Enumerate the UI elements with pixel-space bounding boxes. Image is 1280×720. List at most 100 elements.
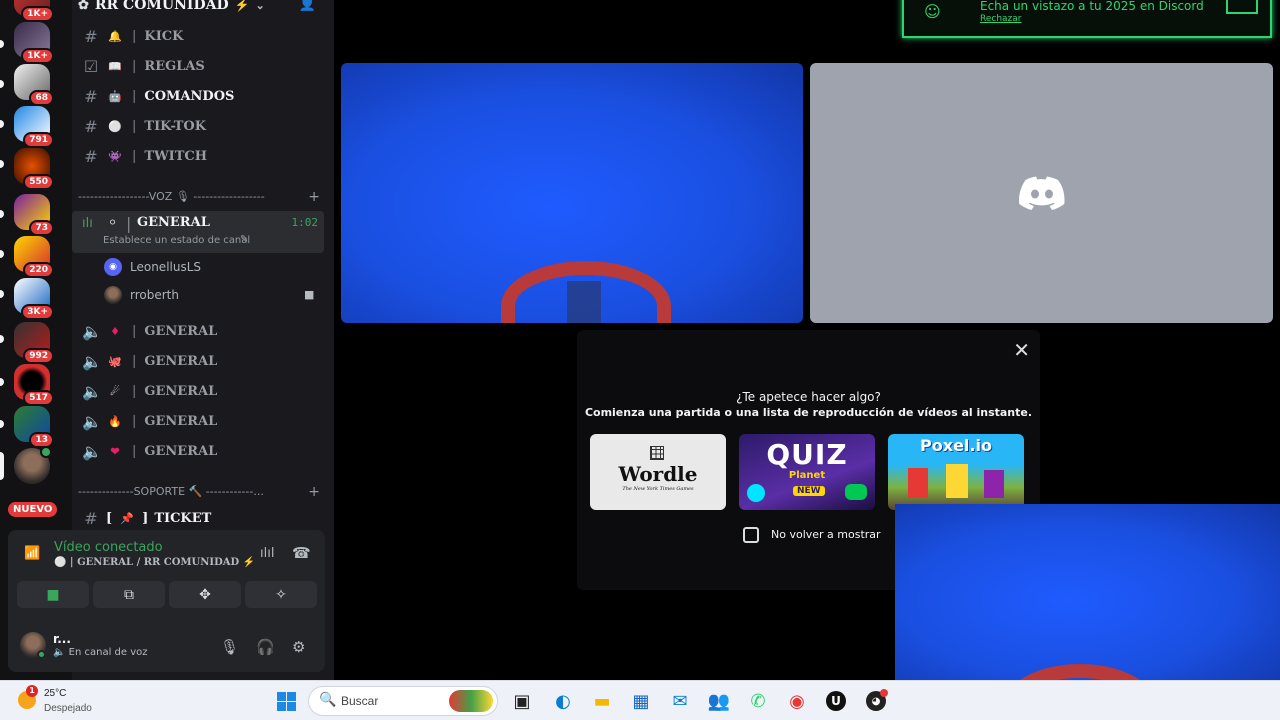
server-icon[interactable] — [14, 446, 52, 484]
store-button[interactable]: ▦ — [627, 687, 655, 715]
file-explorer-button[interactable]: ▬ — [588, 687, 616, 715]
server-icon[interactable]: 13 — [14, 406, 54, 448]
channel-kick[interactable]: # 🔔 | KICK — [78, 22, 324, 50]
hash-icon: # — [84, 86, 98, 106]
dont-show-again-checkbox[interactable] — [743, 527, 759, 543]
octopus-icon: 🐙 — [108, 354, 122, 368]
avatar: ◉ — [104, 258, 122, 276]
category-voz[interactable]: ------------------VOZ 🎙 ----------------… — [78, 190, 324, 206]
active-voice-channel[interactable]: ılı ⚪ | GENERAL 1:02 Establece un estado… — [72, 211, 324, 253]
channel-tiktok[interactable]: # ⚪ | TIK-TOK — [78, 112, 324, 140]
edge-button[interactable]: ◐ — [549, 687, 577, 715]
server-icon[interactable]: 550 — [14, 148, 54, 190]
channel-status[interactable]: Establece un estado de canal — [103, 235, 250, 246]
headphones-icon[interactable]: 🎧 — [256, 638, 275, 656]
soundboard-button[interactable]: ✧ — [245, 581, 317, 608]
teams-icon: 👥 — [707, 690, 731, 712]
notification-badge: 1 — [26, 685, 38, 697]
app-u-icon: U — [826, 691, 846, 711]
card-subtitle: Planet — [788, 470, 826, 481]
teams-button[interactable]: 👥 — [705, 687, 733, 715]
server-icon[interactable]: 992 — [14, 322, 54, 364]
circle-icon: ⚪ — [108, 216, 118, 229]
character-icon — [946, 464, 968, 498]
voice-channel[interactable]: 🔈 ♦ | GENERAL — [78, 317, 324, 345]
category-soporte[interactable]: --------------SOPORTE 🔨 ------------... … — [78, 485, 324, 501]
card-title: QUIZ — [766, 438, 848, 471]
mail-icon: ✉ — [672, 690, 688, 712]
task-view-button[interactable]: ▣ — [508, 687, 536, 715]
server-name: RR COMUNIDAD — [94, 0, 229, 13]
channel-label: GENERAL — [144, 353, 218, 369]
search-highlight-image — [449, 690, 493, 712]
channel-twitch[interactable]: # 👾 | TWITCH — [78, 142, 324, 170]
channel-ticket[interactable]: # [ 📌 ] TICKET — [78, 504, 324, 532]
noise-suppression-icon[interactable]: ılıl — [260, 546, 274, 561]
server-icon[interactable]: 73 — [14, 194, 54, 236]
connection-icon[interactable]: 📶 — [24, 546, 40, 561]
separator: | — [132, 323, 137, 339]
gear-icon[interactable]: ⚙ — [292, 638, 305, 656]
voice-channel[interactable]: 🔈 🐙 | GENERAL — [78, 347, 324, 375]
user-area: r... 🔈 En canal de voz 🎙 🎧 ⚙ — [20, 630, 320, 664]
outlook-button[interactable]: ✉ — [666, 687, 694, 715]
server-icon[interactable]: 517 — [14, 364, 54, 406]
app-button[interactable]: U — [822, 687, 850, 715]
speaker-icon: 🔈 — [53, 647, 69, 658]
video-tile-user[interactable] — [810, 63, 1273, 323]
dismiss-link[interactable]: Rechazar — [980, 14, 1022, 24]
camera-button[interactable]: ■ — [17, 581, 89, 608]
channel-label: GENERAL — [137, 215, 210, 230]
screen-share-button[interactable]: ⧉ — [93, 581, 165, 608]
taskbar-search[interactable]: 🔍 Buscar — [308, 686, 498, 716]
notice-action-button[interactable] — [1226, 0, 1258, 14]
separator: | — [132, 353, 137, 369]
mention-badge: 13 — [29, 432, 54, 448]
user-name[interactable]: r... — [53, 632, 71, 646]
server-icon[interactable]: 68 — [14, 64, 54, 106]
pencil-icon: ✎ — [240, 234, 249, 245]
add-channel-icon[interactable]: + — [308, 190, 320, 205]
invite-people-icon[interactable]: 👤 — [299, 0, 316, 12]
year-review-notice[interactable]: ☺ Echa un vistazo a tu 2025 en Discord R… — [902, 0, 1272, 38]
activity-card-quiz[interactable]: QUIZ Planet NEW — [739, 434, 875, 510]
separator: | — [132, 88, 137, 104]
microphone-icon[interactable]: 🎙 — [220, 638, 239, 656]
speaker-icon: 🔈 — [82, 411, 102, 431]
voice-channel[interactable]: 🔈 ❤ | GENERAL — [78, 437, 324, 465]
activities-button[interactable]: ✥ — [169, 581, 241, 608]
new-pill[interactable]: NUEVO — [8, 502, 58, 517]
voice-channel[interactable]: 🔈 🔥 | GENERAL — [78, 407, 324, 435]
server-icon[interactable]: 1K+ — [14, 0, 54, 22]
weather-widget[interactable]: 1 25°C Despejado — [18, 685, 108, 717]
voice-member[interactable]: rroberth — [104, 282, 179, 308]
server-icon[interactable]: 791 — [14, 106, 54, 148]
server-icon[interactable]: 1K+ — [14, 22, 54, 64]
voice-connected-channel[interactable]: ⚪ | GENERAL / RR COMUNIDAD ⚡ — [54, 557, 255, 568]
start-button[interactable] — [272, 687, 300, 715]
chrome-button[interactable]: ◉ — [783, 687, 811, 715]
notification-dot — [880, 689, 888, 697]
whatsapp-button[interactable]: ✆ — [744, 687, 772, 715]
mention-badge: 992 — [23, 348, 54, 364]
channel-label: KICK — [144, 28, 184, 44]
mention-badge: 550 — [23, 174, 54, 190]
voice-member[interactable]: ◉ LeonellusLS — [104, 254, 201, 280]
discord-taskbar-button[interactable]: ◕ — [862, 687, 890, 715]
channel-label: TICKET — [154, 510, 212, 526]
close-icon[interactable]: ✕ — [1013, 338, 1030, 362]
video-tile-camera[interactable] — [341, 63, 803, 323]
server-icon[interactable]: 220 — [14, 236, 54, 278]
self-preview-tile[interactable] — [895, 504, 1280, 680]
speaker-icon: 🔈 — [82, 321, 102, 341]
disconnect-icon[interactable]: ☎ — [292, 544, 311, 562]
server-icon[interactable]: 3K+ — [14, 278, 54, 320]
voice-channel[interactable]: 🔈 ☄ | GENERAL — [78, 377, 324, 405]
add-channel-icon[interactable]: + — [308, 485, 320, 500]
channel-reglas[interactable]: ☑ 📖 | REGLAS — [78, 52, 324, 80]
channel-comandos[interactable]: # 🤖 | COMANDOS — [78, 82, 324, 110]
activity-card-poxel[interactable]: Poxel.io — [888, 434, 1024, 510]
mention-badge: 517 — [23, 390, 54, 406]
activity-card-wordle[interactable]: Wordle The New York Times Games — [590, 434, 726, 510]
server-header[interactable]: ✿ RR COMUNIDAD ⚡ ⌄ — [78, 0, 265, 16]
